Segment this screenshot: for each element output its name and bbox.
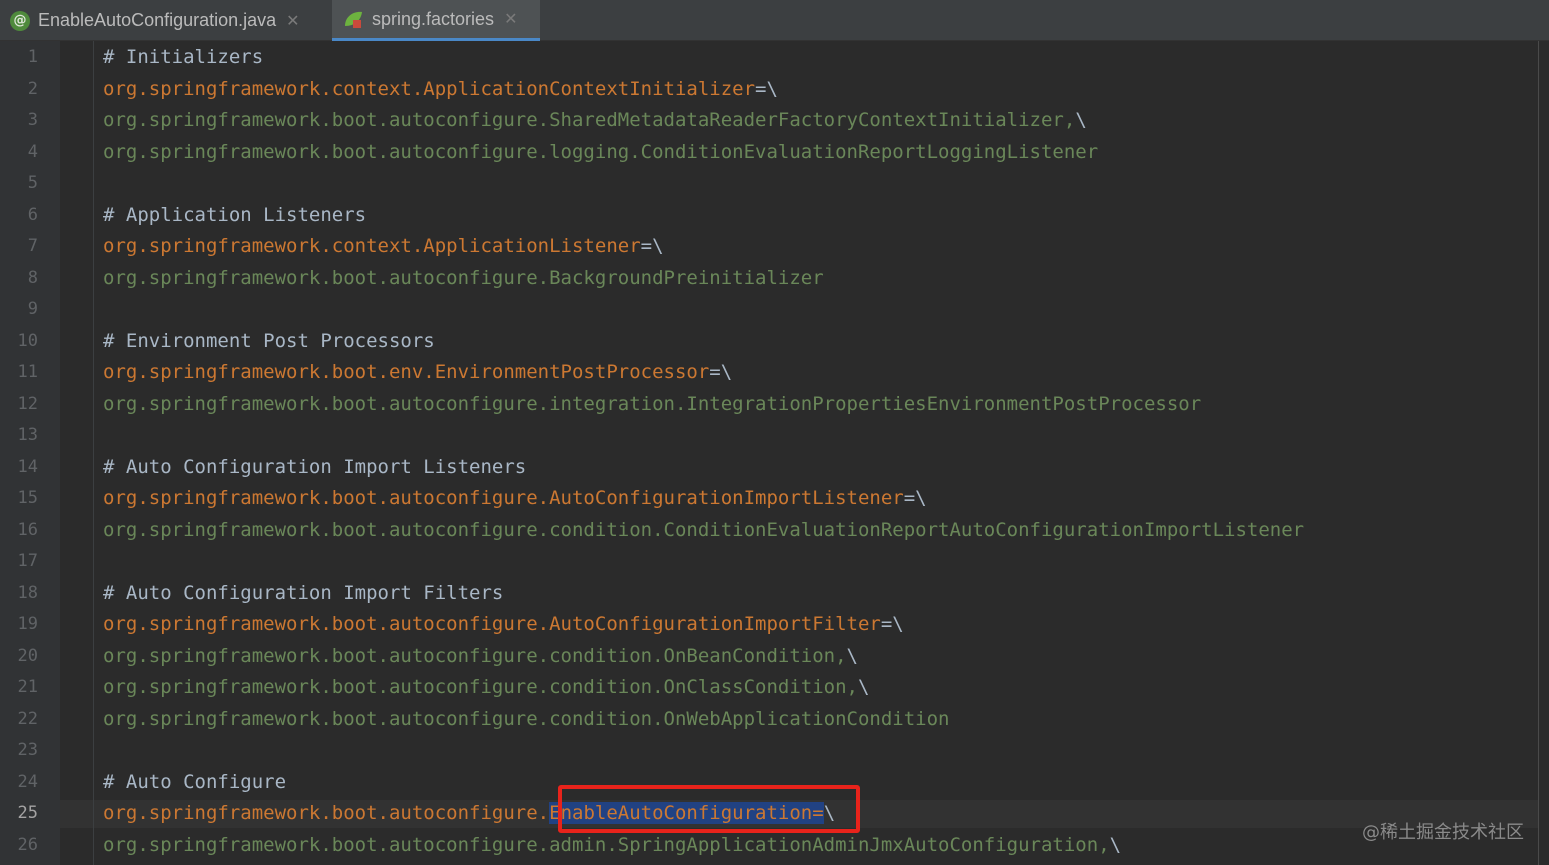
close-icon[interactable]: ✕ bbox=[504, 9, 517, 29]
spring-leaf-icon bbox=[345, 11, 362, 28]
code-token: =\ bbox=[709, 361, 733, 383]
code-line: org.springframework.boot.autoconfigure.a… bbox=[103, 834, 1121, 856]
code-line: org.springframework.boot.autoconfigure.c… bbox=[103, 708, 949, 730]
code-token: =\ bbox=[755, 77, 778, 100]
line-number: 3 bbox=[27, 110, 38, 130]
line-number: 15 bbox=[17, 488, 38, 508]
code-line: org.springframework.boot.env.Environment… bbox=[103, 361, 732, 383]
code-line: org.springframework.boot.autoconfigure.c… bbox=[103, 676, 869, 698]
code-token: org.springframework.boot.autoconfigure.c… bbox=[103, 676, 858, 698]
code-token: org.springframework.boot.autoconfigure.c… bbox=[103, 644, 847, 667]
code-line: org.springframework.boot.autoconfigure.S… bbox=[103, 109, 1087, 131]
line-number: 20 bbox=[17, 645, 38, 666]
line-number: 7 bbox=[27, 236, 38, 256]
code-token: org.springframework.boot.autoconfigure. bbox=[103, 802, 550, 824]
code-token: # Initializers bbox=[103, 46, 264, 68]
line-number: 1 bbox=[27, 47, 38, 67]
code-token: =\ bbox=[880, 613, 904, 635]
tab-label: spring.factories bbox=[372, 8, 495, 29]
code-line: org.springframework.boot.autoconfigure.c… bbox=[103, 645, 858, 667]
code-line: # Auto Configure bbox=[103, 771, 286, 793]
line-number: 9 bbox=[27, 299, 38, 319]
code-token: org.springframework.context.ApplicationC… bbox=[103, 77, 756, 100]
code-line: org.springframework.boot.autoconfigure.l… bbox=[103, 141, 1098, 163]
code-token: org.springframework.boot.env.Environment… bbox=[103, 361, 710, 383]
code-token: org.springframework.boot.autoconfigure.B… bbox=[103, 266, 824, 289]
line-number: 6 bbox=[27, 204, 38, 225]
code-token: # Auto Configure bbox=[103, 770, 287, 793]
code-token: org.springframework.boot.autoconfigure.A… bbox=[103, 613, 881, 635]
code-token: # Application Listeners bbox=[103, 203, 367, 226]
code-line: # Auto Configuration Import Listeners bbox=[103, 456, 526, 478]
line-number: 11 bbox=[17, 362, 38, 382]
line-number: 26 bbox=[17, 834, 38, 855]
line-number: 13 bbox=[17, 425, 38, 445]
code-line: org.springframework.boot.autoconfigure.c… bbox=[103, 519, 1304, 541]
watermark: @稀土掘金技术社区 bbox=[1362, 822, 1524, 843]
editor-tab-bar: @ EnableAutoConfiguration.java ✕ spring.… bbox=[0, 0, 1549, 41]
code-token: org.springframework.context.ApplicationL… bbox=[103, 235, 641, 257]
code-token: # Auto Configuration Import Filters bbox=[103, 581, 504, 604]
code-token: \ bbox=[846, 644, 858, 667]
fold-guide bbox=[93, 41, 94, 865]
code-token: org.springframework.boot.autoconfigure.A… bbox=[103, 487, 904, 509]
code-line: # Application Listeners bbox=[103, 204, 366, 226]
line-number: 12 bbox=[17, 393, 38, 414]
code-token: org.springframework.boot.autoconfigure.l… bbox=[103, 140, 1099, 163]
code-token: \ bbox=[1075, 109, 1087, 131]
code-token: org.springframework.boot.autoconfigure.c… bbox=[103, 518, 1305, 541]
code-line: # Auto Configuration Import Filters bbox=[103, 582, 503, 604]
right-margin-guide bbox=[1538, 41, 1539, 865]
code-line: org.springframework.boot.autoconfigure.A… bbox=[103, 613, 904, 635]
code-token: =\ bbox=[903, 487, 927, 509]
code-token: org.springframework.boot.autoconfigure.c… bbox=[103, 707, 950, 730]
tab-enable-auto-configuration-java[interactable]: @ EnableAutoConfiguration.java ✕ bbox=[0, 0, 330, 41]
line-number: 22 bbox=[17, 708, 38, 729]
code-token: org.springframework.boot.autoconfigure.a… bbox=[103, 833, 1110, 856]
line-number: 4 bbox=[27, 141, 38, 162]
line-number: 21 bbox=[17, 677, 38, 697]
code-line: # Environment Post Processors bbox=[103, 330, 435, 352]
code-token: # Auto Configuration Import Listeners bbox=[103, 455, 527, 478]
line-number: 19 bbox=[17, 614, 38, 634]
code-line: org.springframework.boot.autoconfigure.B… bbox=[103, 267, 824, 289]
code-line: org.springframework.boot.autoconfigure.A… bbox=[103, 487, 927, 509]
code-token: # Environment Post Processors bbox=[103, 329, 435, 352]
line-number: 10 bbox=[17, 330, 38, 351]
line-number: 24 bbox=[17, 771, 38, 792]
highlight-annotation-box bbox=[558, 785, 860, 833]
line-number: 17 bbox=[17, 551, 38, 571]
code-token: org.springframework.boot.autoconfigure.S… bbox=[103, 109, 1076, 131]
line-number: 18 bbox=[17, 582, 38, 603]
code-line: org.springframework.context.ApplicationC… bbox=[103, 78, 778, 100]
code-token: =\ bbox=[640, 235, 664, 257]
code-line: org.springframework.boot.autoconfigure.i… bbox=[103, 393, 1201, 415]
code-line: org.springframework.context.ApplicationL… bbox=[103, 235, 664, 257]
code-token: org.springframework.boot.autoconfigure.i… bbox=[103, 392, 1202, 415]
code-line: # Initializers bbox=[103, 46, 263, 68]
line-number-gutter: 1 2 3 4 5 6 7 8 9 10 11 12 13 14 15 16 17 18 19 20 21 22 23 24 2… bbox=[0, 41, 60, 865]
line-number: 2 bbox=[27, 78, 38, 99]
line-number: 25 bbox=[17, 803, 38, 823]
java-annotation-icon: @ bbox=[10, 10, 30, 31]
line-number: 23 bbox=[17, 740, 38, 760]
line-number: 8 bbox=[27, 267, 38, 288]
tab-spring-factories[interactable]: spring.factories ✕ bbox=[332, 0, 540, 41]
line-number: 16 bbox=[17, 519, 38, 540]
tab-label: EnableAutoConfiguration.java bbox=[38, 10, 277, 30]
code-token: \ bbox=[1109, 833, 1122, 856]
line-number: 14 bbox=[17, 456, 38, 477]
close-icon[interactable]: ✕ bbox=[286, 11, 299, 31]
line-number: 5 bbox=[27, 173, 38, 193]
code-token: \ bbox=[857, 676, 870, 698]
